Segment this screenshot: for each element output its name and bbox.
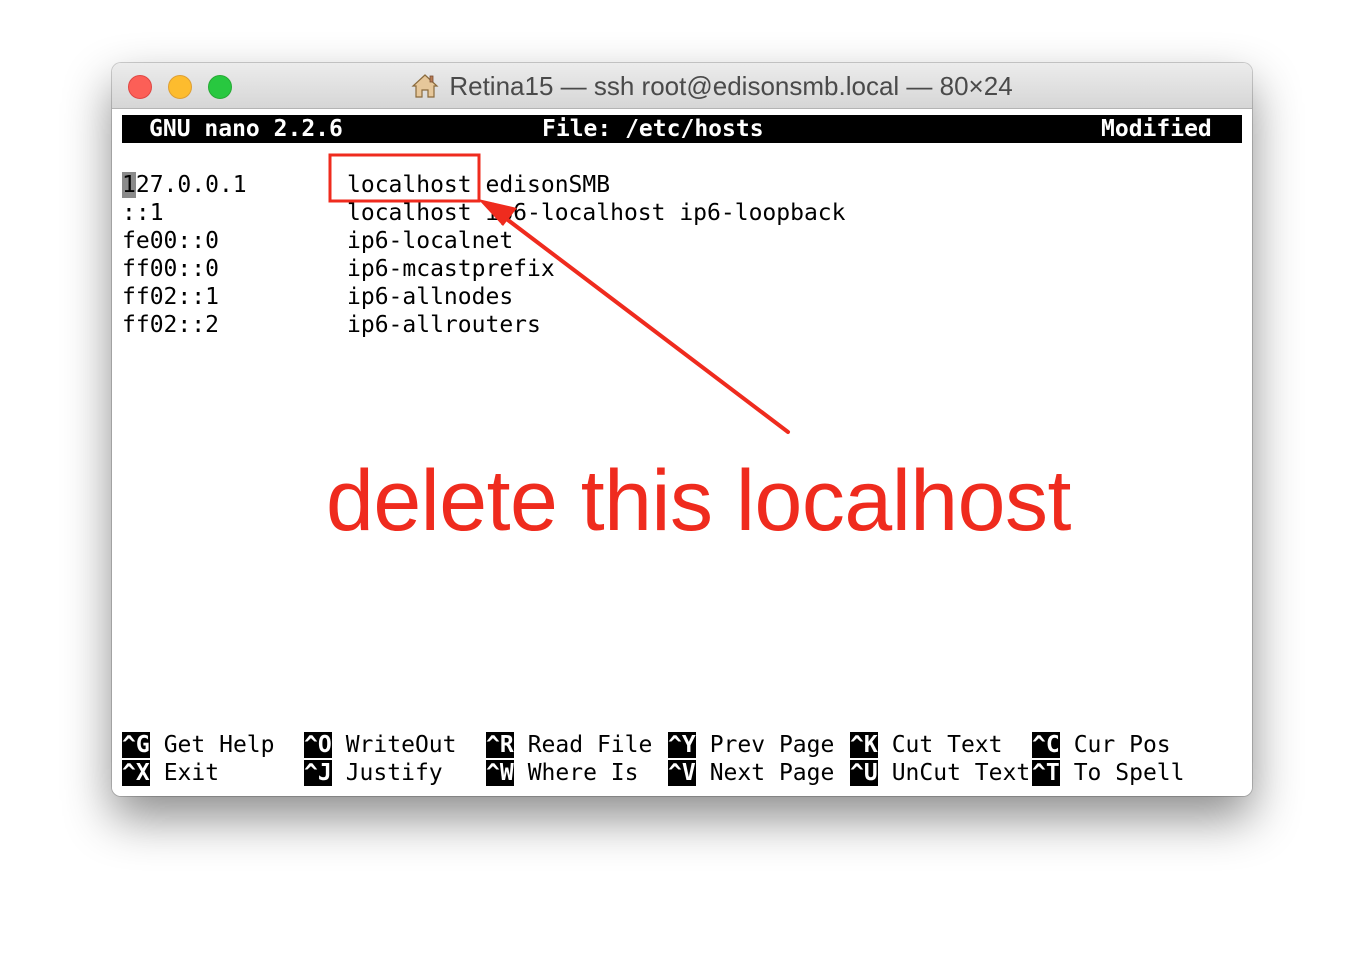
shortcut-cut-text[interactable]: ^K Cut Text [850, 731, 1002, 759]
shortcut-cur-pos[interactable]: ^C Cur Pos [1032, 731, 1171, 759]
title-area: Retina15 — ssh root@edisonsmb.local — 80… [112, 63, 1252, 109]
hosts-line[interactable]: ff02::2 ip6-allrouters [122, 311, 541, 339]
highlighted-localhost: localhost [347, 172, 472, 198]
host-names: ip6-allnodes [347, 284, 514, 310]
shortcut-label: Exit [163, 760, 220, 786]
shortcut-get-help[interactable]: ^G Get Help [122, 731, 274, 759]
shortcut-key: ^Y [668, 732, 696, 758]
host-ip: ff00::0 [122, 256, 219, 282]
shortcut-key: ^T [1032, 760, 1060, 786]
host-ip: ff02::2 [122, 312, 219, 338]
shortcut-label: Justify [345, 760, 443, 786]
shortcut-writeout[interactable]: ^O WriteOut [304, 731, 456, 759]
host-ip: 127.0.0.1 [122, 171, 247, 199]
shortcut-key: ^K [850, 732, 878, 758]
shortcut-justify[interactable]: ^J Justify [304, 759, 443, 787]
host-names: ip6-localnet [347, 228, 514, 254]
home-icon [411, 74, 439, 98]
shortcut-key: ^G [122, 732, 150, 758]
hosts-line[interactable]: ff02::1 ip6-allnodes [122, 283, 513, 311]
shortcut-uncut-text[interactable]: ^U UnCut Text [850, 759, 1030, 787]
host-ip: ::1 [122, 200, 164, 226]
host-names: ip6-mcastprefix [347, 256, 555, 282]
shortcut-exit[interactable]: ^X Exit [122, 759, 219, 787]
shortcut-key: ^X [122, 760, 150, 786]
shortcut-label: To Spell [1073, 760, 1185, 786]
host-names: ip6-allrouters [347, 312, 541, 338]
shortcut-label: Read File [527, 732, 653, 758]
shortcut-label: Next Page [709, 760, 835, 786]
shortcut-key: ^R [486, 732, 514, 758]
host-ip-rest: 27.0.0.1 [135, 172, 247, 198]
shortcut-key: ^O [304, 732, 332, 758]
host-names-rest: edisonSMB [471, 172, 611, 198]
shortcut-next-page[interactable]: ^V Next Page [668, 759, 834, 787]
nano-modified-flag: Modified [1101, 116, 1212, 142]
shortcut-key: ^V [668, 760, 696, 786]
host-ip: fe00::0 [122, 228, 219, 254]
nano-version: GNU nano 2.2.6 [149, 116, 343, 142]
shortcut-label: Cut Text [891, 732, 1003, 758]
shortcut-read-file[interactable]: ^R Read File [486, 731, 652, 759]
shortcut-key: ^U [850, 760, 878, 786]
shortcut-label: Get Help [163, 732, 275, 758]
host-ip: ff02::1 [122, 284, 219, 310]
shortcut-prev-page[interactable]: ^Y Prev Page [668, 731, 834, 759]
shortcut-label: Cur Pos [1073, 732, 1171, 758]
nano-filename: File: /etc/hosts [542, 116, 764, 142]
shortcut-key: ^C [1032, 732, 1060, 758]
terminal-window: Retina15 — ssh root@edisonsmb.local — 80… [112, 63, 1252, 796]
shortcut-label: WriteOut [345, 732, 457, 758]
title-bar[interactable]: Retina15 — ssh root@edisonsmb.local — 80… [112, 63, 1252, 109]
hosts-line[interactable]: ::1 localhost ip6-localhost ip6-loopback [122, 199, 846, 227]
shortcut-where-is[interactable]: ^W Where Is [486, 759, 638, 787]
window-title: Retina15 — ssh root@edisonsmb.local — 80… [449, 70, 1013, 101]
annotation-label: delete this localhost [326, 453, 1071, 549]
text-cursor: 1 [122, 172, 136, 198]
shortcut-label: Where Is [527, 760, 639, 786]
shortcut-key: ^W [486, 760, 514, 786]
hosts-line[interactable]: 127.0.0.1 localhost edisonSMB [122, 171, 610, 199]
nano-status-bar: GNU nano 2.2.6 File: /etc/hosts Modified [122, 115, 1242, 143]
shortcut-label: Prev Page [709, 732, 835, 758]
hosts-line[interactable]: fe00::0 ip6-localnet [122, 227, 513, 255]
host-names: localhost edisonSMB [347, 171, 610, 199]
shortcut-label: UnCut Text [891, 760, 1031, 786]
shortcut-to-spell[interactable]: ^T To Spell [1032, 759, 1184, 787]
hosts-line[interactable]: ff00::0 ip6-mcastprefix [122, 255, 555, 283]
host-names: localhost ip6-localhost ip6-loopback [347, 200, 846, 226]
shortcut-key: ^J [304, 760, 332, 786]
